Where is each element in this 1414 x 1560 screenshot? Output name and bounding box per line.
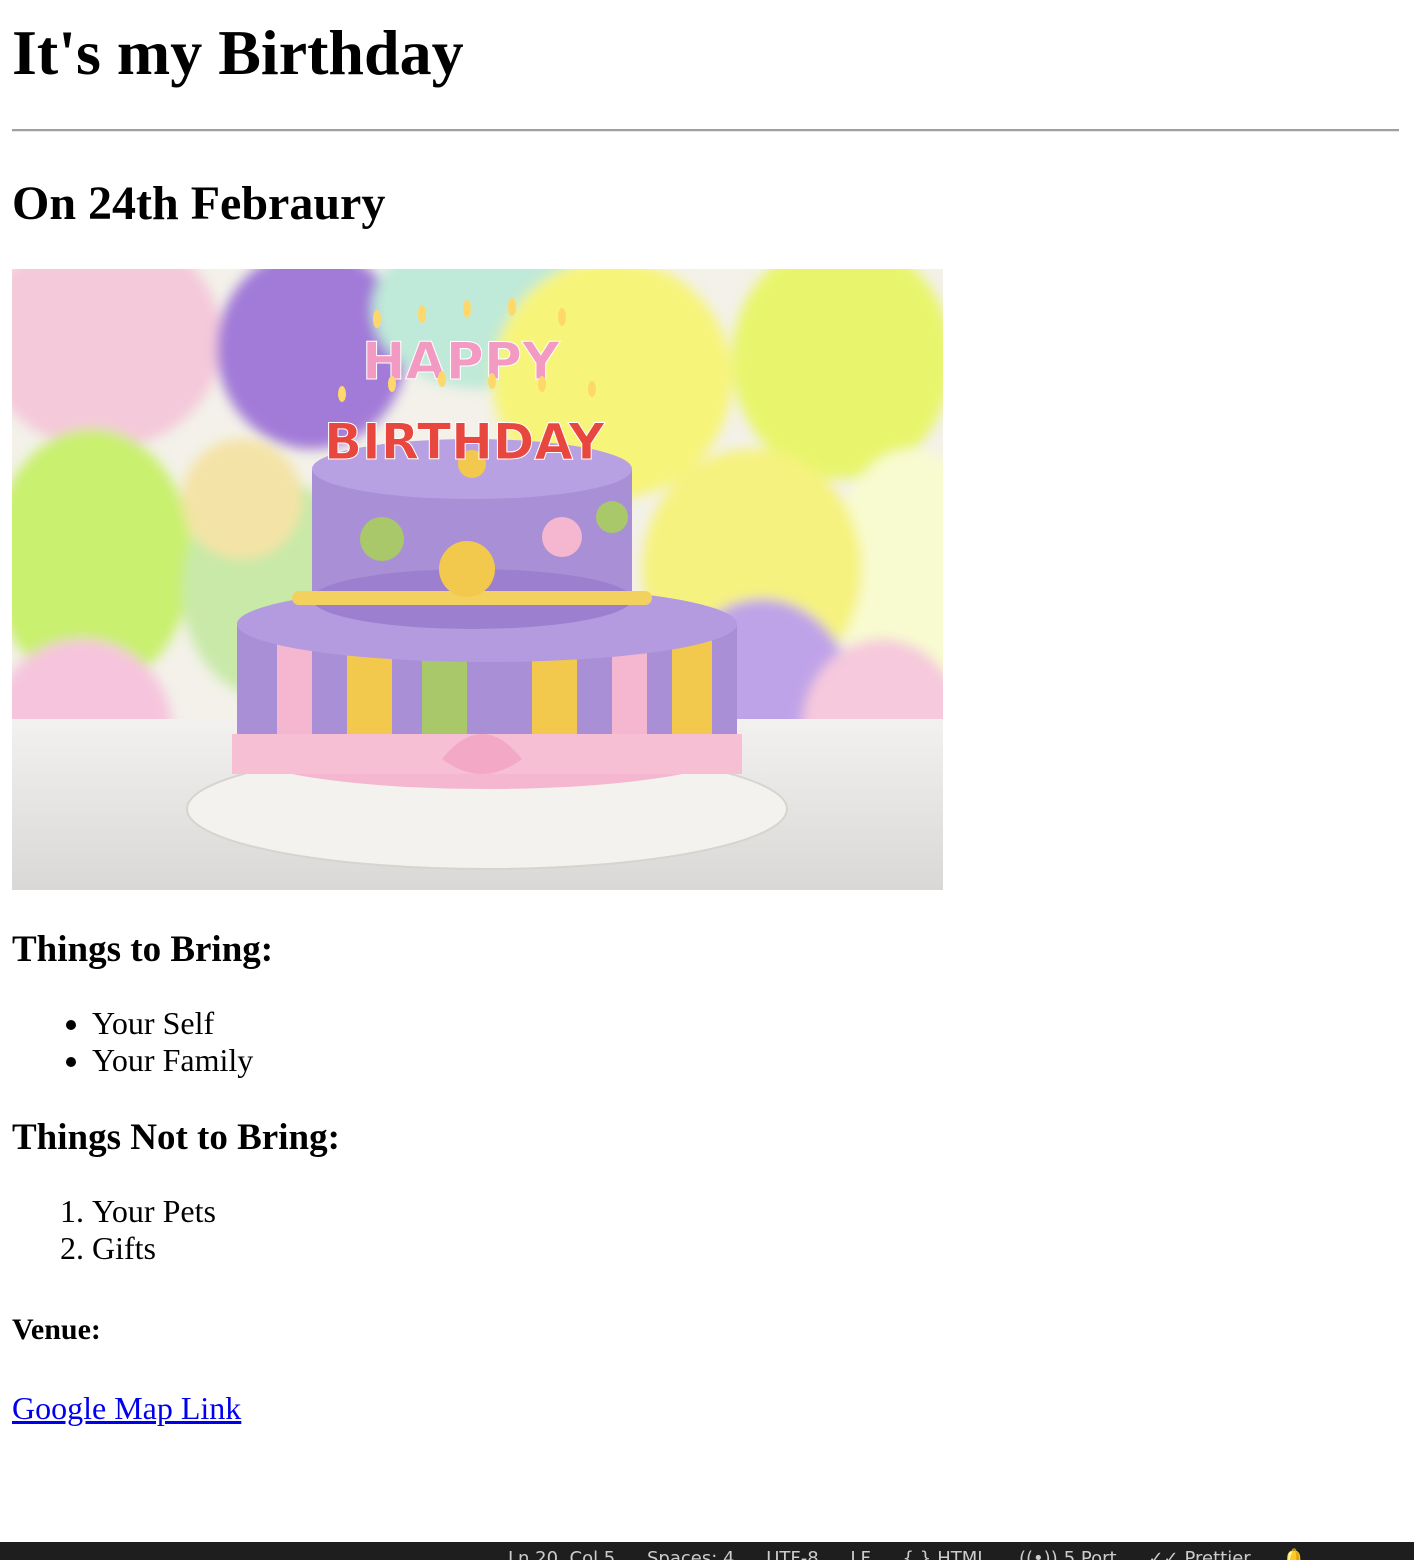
not-bring-list: Your Pets Gifts (12, 1193, 1399, 1267)
list-item: Gifts (92, 1230, 1399, 1267)
double-check-icon: ✓✓ (1148, 1548, 1179, 1560)
divider (12, 129, 1399, 132)
birthday-cake-image: HAPPY BIRTHDAY (12, 269, 943, 890)
page-content: It's my Birthday On 24th Febraury HAPPY … (12, 0, 1399, 1427)
language-label: HTML (937, 1548, 988, 1560)
encoding-setting[interactable]: UTF-8 (766, 1549, 818, 1560)
braces-icon: { } (902, 1548, 932, 1560)
venue-heading: Venue: (12, 1313, 101, 1346)
live-server-status[interactable]: ((•)) 5 Port (1019, 1549, 1117, 1560)
bell-icon: 🔔 (1282, 1548, 1305, 1560)
bring-list: Your Self Your Family (12, 1005, 1399, 1079)
notifications-button[interactable]: 🔔 (1282, 1549, 1310, 1560)
live-server-label: 5 Port (1063, 1548, 1117, 1560)
cake-candle-text-bottom: BIRTHDAY (324, 413, 605, 471)
list-item: Your Family (92, 1042, 1399, 1079)
page-title: It's my Birthday (12, 17, 464, 88)
things-not-to-bring-heading: Things Not to Bring: (12, 1117, 340, 1158)
prettier-label: Prettier (1184, 1548, 1251, 1560)
indentation-setting[interactable]: Spaces: 4 (647, 1549, 734, 1560)
list-item: Your Self (92, 1005, 1399, 1042)
date-heading: On 24th Febraury (12, 177, 386, 230)
prettier-status[interactable]: ✓✓ Prettier (1148, 1549, 1250, 1560)
cursor-position[interactable]: Ln 20, Col 5 (508, 1549, 615, 1560)
google-map-link[interactable]: Google Map Link (12, 1389, 241, 1427)
list-item: Your Pets (92, 1193, 1399, 1230)
line-ending-setting[interactable]: LF (850, 1549, 870, 1560)
things-to-bring-heading: Things to Bring: (12, 929, 274, 970)
broadcast-icon: ((•)) (1019, 1548, 1058, 1560)
editor-status-bar: Ln 20, Col 5 Spaces: 4 UTF-8 LF { } HTML … (0, 1542, 1414, 1560)
language-mode[interactable]: { } HTML (903, 1549, 988, 1560)
